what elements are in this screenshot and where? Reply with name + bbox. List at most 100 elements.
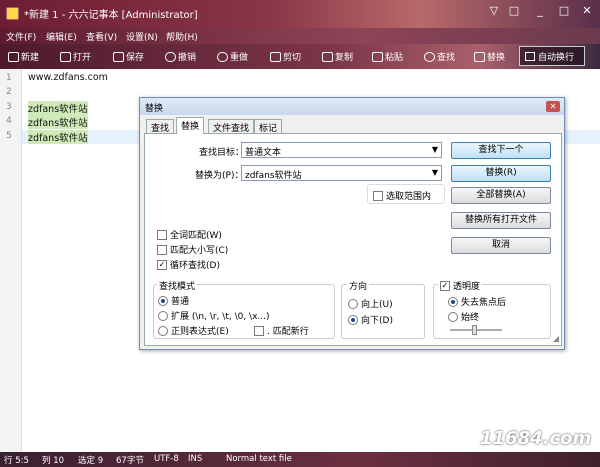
folder-icon [60,51,71,62]
copy-icon [322,51,333,62]
in-selection-label: 选取范围内 [386,192,432,202]
replace-with-combo[interactable]: zdfans软件站 ▼ [241,165,442,181]
match-case-checkbox[interactable]: 匹配大小写(C) [157,243,228,256]
menu-view[interactable]: 查看(V) [86,30,117,43]
save-icon [113,51,124,62]
close-button[interactable]: ✕ [577,4,597,17]
replace-all-button[interactable]: 全部替换(A) [451,187,551,204]
line-number: 4 [6,116,12,126]
direction-down-label: 向下(D) [361,316,393,326]
line-number: 5 [6,131,12,141]
whole-word-checkbox[interactable]: 全词匹配(W) [157,228,222,241]
save-button[interactable]: 保存 [113,50,144,63]
search-mode-group: 查找模式 普通 扩展 (\n, \r, \t, \0, \x...) 正则表达式… [153,279,335,339]
direction-down-radio[interactable]: 向下(D) [348,313,393,326]
dialog-close-button[interactable]: ✕ [546,101,560,112]
status-bytes: 67字节 [116,456,144,466]
word-wrap-button[interactable]: 自动换行 [519,46,585,66]
undo-icon [165,51,176,62]
copy-button[interactable]: 复制 [322,50,353,63]
tab-replace[interactable]: 替换 [176,117,205,134]
scissors-icon [270,51,281,62]
transparency-group: ✓ 透明度 失去焦点后 始终 [433,279,551,339]
cut-label: 剪切 [283,53,302,63]
mode-normal-label: 普通 [171,297,190,307]
mode-extended-radio[interactable]: 扩展 (\n, \r, \t, \0, \x...) [158,309,270,322]
menu-file[interactable]: 文件(F) [6,30,36,43]
replace-all-open-files-button[interactable]: 替换所有打开文件 [451,212,551,229]
new-button[interactable]: 新建 [8,50,39,63]
undo-label: 撤销 [178,53,197,63]
tab-find[interactable]: 查找 [146,119,175,134]
copy-label: 复制 [335,53,354,63]
radio-dot [448,311,458,322]
find-target-combo[interactable]: 普通文本 ▼ [241,142,442,158]
paste-button[interactable]: 粘贴 [372,50,403,63]
transparency-checkbox[interactable]: ✓ 透明度 [438,279,483,292]
toolbar: 新建 打开 保存 撤销 重做 剪切 复制 粘贴 查找 替换 [0,44,600,69]
status-file-type: Normal text file [226,454,292,464]
undo-button[interactable]: 撤销 [165,50,196,63]
wrap-icon [525,51,535,61]
menu-settings[interactable]: 设置(N) [126,30,158,43]
open-button[interactable]: 打开 [60,50,91,63]
resize-grip-icon[interactable]: ◢ [553,334,559,343]
in-selection-checkbox[interactable]: 选取范围内 [373,189,431,202]
dialog-title-text: 替换 [145,104,164,114]
on-lose-focus-radio[interactable]: 失去焦点后 [448,295,506,308]
wrap-label: 自动换行 [538,52,575,63]
match-case-label: 匹配大小写(C) [170,246,229,256]
cancel-button[interactable]: 取消 [451,237,551,254]
tab-file-find[interactable]: 文件查找 [208,119,255,134]
dot-newline-label: . 匹配新行 [267,327,309,337]
cut-button[interactable]: 剪切 [270,50,301,63]
redo-label: 重做 [230,53,249,63]
mode-normal-radio[interactable]: 普通 [158,294,189,307]
status-selection: 选定 9 [78,456,104,466]
replace-button[interactable]: 替换(R) [451,165,551,182]
wrap-around-label: 循环查找(D) [170,261,220,271]
direction-group: 方向 向上(U) 向下(D) [341,279,425,339]
app-icon [6,7,19,20]
redo-button[interactable]: 重做 [217,50,248,63]
minimize-button[interactable]: _ [530,4,550,17]
pin-icon[interactable]: □ [504,4,524,17]
menu-edit[interactable]: 编辑(E) [46,30,77,43]
find-target-label: 查找目标： [199,148,245,158]
checkbox-box [254,325,264,336]
dropdown-arrow-icon[interactable]: ▼ [432,168,438,177]
mode-regex-label: 正则表达式(E) [171,327,229,337]
direction-up-radio[interactable]: 向上(U) [348,297,393,310]
always-radio[interactable]: 始终 [448,310,479,323]
replace-button[interactable]: 替换 [474,50,505,63]
replace-with-label: 替换为(P)： [195,171,244,181]
open-label: 打开 [73,53,92,63]
menu-dropdown-icon[interactable]: ▽ [484,4,504,17]
text-line: www.zdfans.com [28,72,108,83]
replace-panel: 查找目标： 普通文本 ▼ 查找下一个 替换为(P)： zdfans软件站 ▼ 替换(… [144,133,562,346]
status-position: 行 5:5 [4,456,29,466]
dropdown-arrow-icon[interactable]: ▼ [432,145,438,154]
tab-mark[interactable]: 标记 [254,119,283,134]
paste-label: 粘贴 [385,53,404,63]
window-title: *新建 1 - 六六记事本 [Administrator] [24,10,198,21]
transparency-slider-thumb[interactable] [472,325,477,335]
menu-help[interactable]: 帮助(H) [166,30,198,43]
radio-dot [158,295,168,306]
paste-icon [372,51,383,62]
wrap-around-checkbox[interactable]: ✓ 循环查找(D) [157,258,220,271]
direction-up-label: 向上(U) [361,300,393,310]
find-next-button[interactable]: 查找下一个 [451,142,551,159]
maximize-button[interactable]: □ [554,4,574,17]
whole-word-label: 全词匹配(W) [170,231,222,241]
find-button[interactable]: 查找 [424,50,455,63]
radio-dot [158,310,168,321]
dialog-title: 替换 ✕ [140,98,564,115]
radio-dot [448,296,458,307]
checkbox-box [157,244,167,255]
mode-regex-radio[interactable]: 正则表达式(E) [158,324,229,337]
checkbox-box [157,229,167,240]
status-bar: 行 5:5 列 10 选定 9 67字节 UTF-8 INS Normal te… [0,452,600,467]
find-target-value: 普通文本 [245,148,282,158]
dot-newline-checkbox[interactable]: . 匹配新行 [254,324,309,337]
